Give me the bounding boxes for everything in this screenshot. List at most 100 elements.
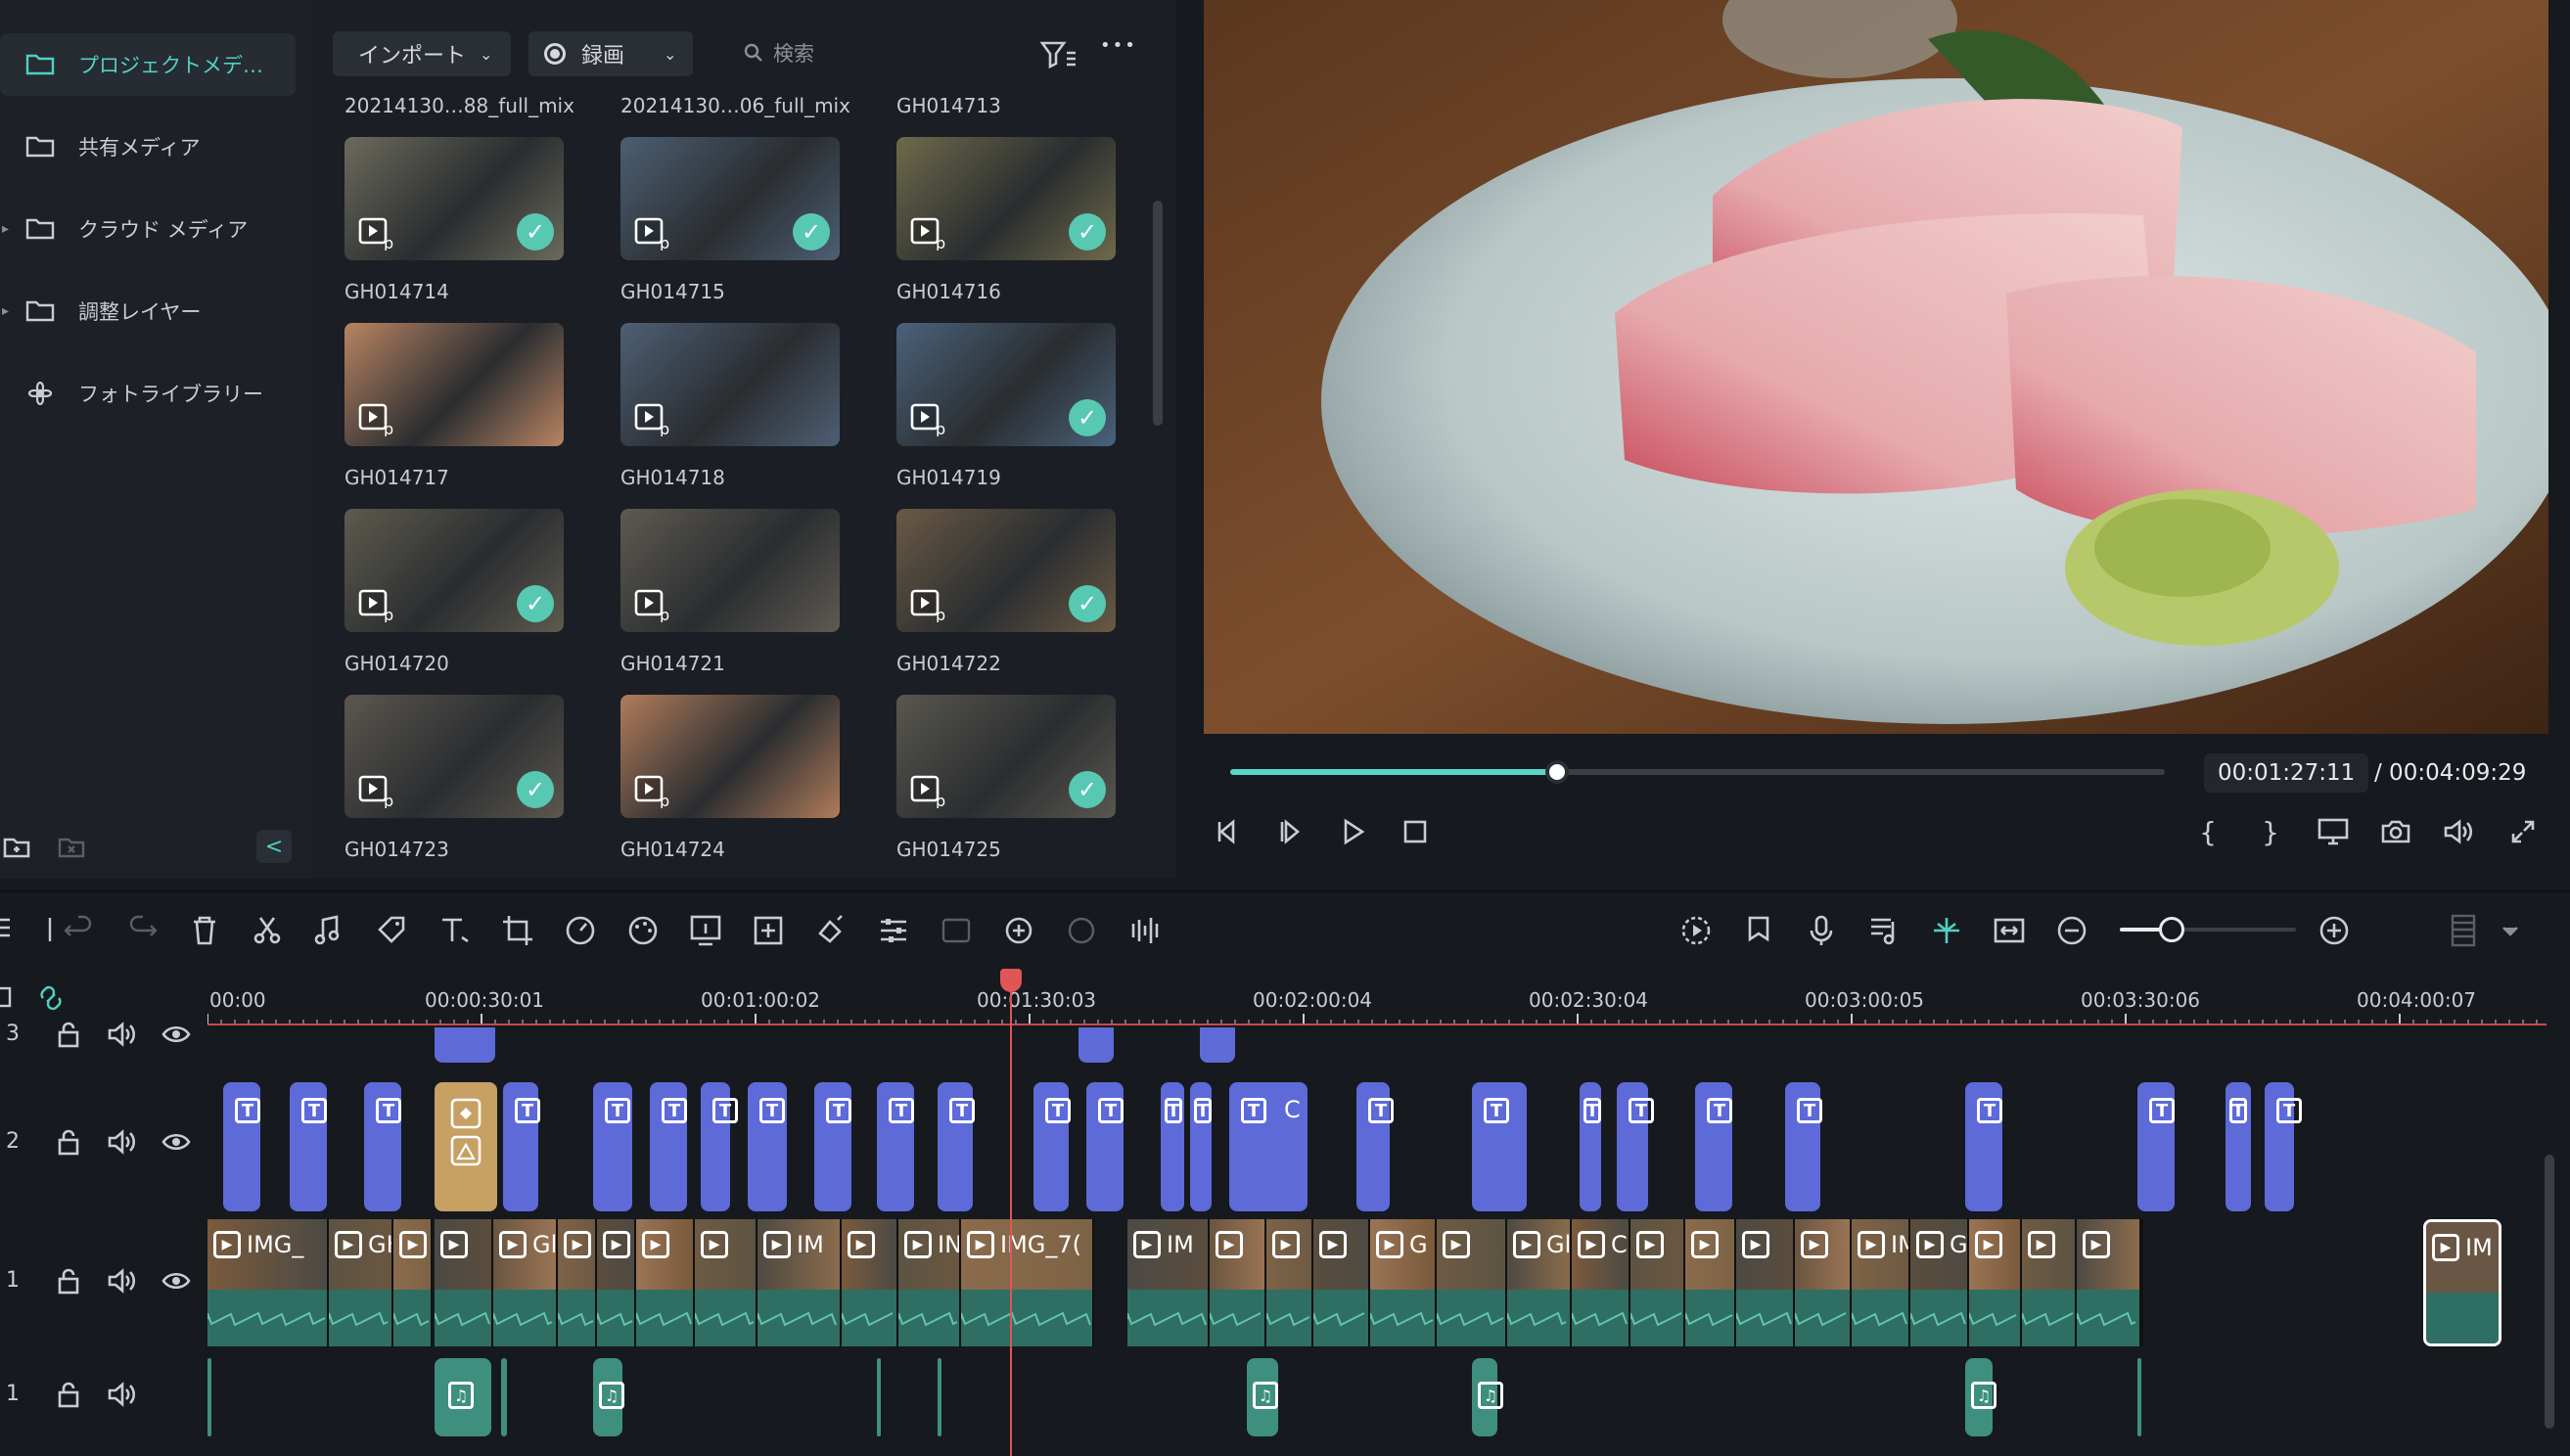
snapshot-button[interactable] [2376, 812, 2415, 851]
track-3-lane[interactable] [207, 1027, 2537, 1067]
video-clip[interactable]: ▶ G [1370, 1219, 1437, 1346]
title-clip[interactable]: T [364, 1082, 401, 1211]
video-clip[interactable]: ▶ IN [898, 1219, 961, 1346]
display-settings-button[interactable] [2314, 812, 2353, 851]
audio-track-lane[interactable]: ♫ ♫ ♫ ♫ ♫ [207, 1358, 2537, 1456]
audio-clip[interactable]: ♫ [1965, 1358, 1996, 1436]
more-options-icon[interactable]: ••• [1100, 35, 1137, 56]
selected-video-clip[interactable]: ▶ IM [2423, 1219, 2501, 1346]
prev-frame-button[interactable] [1208, 812, 1247, 851]
video-clip[interactable]: ▶ [1437, 1219, 1507, 1346]
playback-scrubber[interactable] [1230, 760, 2165, 784]
title-clip[interactable]: T [1190, 1082, 1212, 1211]
media-scrollbar[interactable] [1153, 201, 1163, 426]
title-clip[interactable] [1200, 1027, 1235, 1063]
title-clip[interactable]: T [701, 1082, 738, 1211]
title-clip[interactable]: T [1695, 1082, 1732, 1211]
video-clip[interactable]: ▶C [558, 1219, 597, 1346]
video-clip[interactable]: ▶ [2022, 1219, 2077, 1346]
next-frame-button[interactable] [1270, 812, 1309, 851]
video-clip[interactable]: ▶ GHC [329, 1219, 393, 1346]
lock-icon[interactable] [55, 1380, 82, 1409]
media-thumbnail[interactable]: p ✓ [344, 509, 564, 632]
add-track-icon[interactable] [0, 986, 12, 1008]
record-button[interactable]: 録画 ⌄ [528, 31, 693, 76]
title-clip[interactable]: T [1472, 1082, 1527, 1211]
title-clip[interactable]: T [650, 1082, 687, 1211]
zoom-in-button[interactable] [2316, 912, 2353, 949]
visibility-icon[interactable] [161, 1020, 192, 1049]
video-clip[interactable]: ▶IM [1127, 1219, 1210, 1346]
speed-button[interactable] [562, 912, 599, 949]
video-clip[interactable]: ▶0… [393, 1219, 433, 1346]
expand-caret-icon[interactable]: ▸ [2, 303, 9, 319]
video-clip[interactable]: ▶ [597, 1219, 636, 1346]
audio-clip[interactable] [207, 1358, 211, 1436]
video-clip[interactable]: ▶C [1572, 1219, 1630, 1346]
sidebar-item-3[interactable]: ▸ 調整レイヤー [0, 280, 296, 342]
sidebar-item-0[interactable]: プロジェクトメデ… [0, 33, 296, 96]
keyframe-button[interactable] [750, 912, 787, 949]
title-clip[interactable]: T [1965, 1082, 2002, 1211]
crop-button[interactable] [499, 912, 536, 949]
cut-button[interactable] [249, 912, 286, 949]
video-clip[interactable]: ▶ Gl [1507, 1219, 1572, 1346]
mic-button[interactable] [1803, 912, 1840, 949]
video-clip[interactable]: ▶GH [1910, 1219, 1969, 1346]
video-clip[interactable]: ▶ [435, 1219, 493, 1346]
waveform-button[interactable] [1125, 912, 1163, 949]
green-screen-button[interactable] [687, 912, 724, 949]
media-thumbnail[interactable]: p ✓ [620, 137, 840, 260]
lock-icon[interactable] [55, 1127, 82, 1157]
filter-icon[interactable] [1039, 39, 1078, 70]
search-field[interactable]: 検索 [742, 35, 814, 70]
video-clip[interactable]: ▶ [2141, 1219, 2143, 1346]
media-thumbnail[interactable]: p [620, 509, 840, 632]
audio-clip[interactable] [501, 1358, 507, 1436]
mark-in-button[interactable]: { [2188, 812, 2227, 851]
video-clip[interactable]: ▶ [1630, 1219, 1685, 1346]
text-button[interactable] [436, 912, 474, 949]
title-clip[interactable]: TC [1229, 1082, 1308, 1211]
video-clip[interactable]: ▶ [695, 1219, 757, 1346]
layout-button[interactable] [2445, 912, 2482, 949]
chevron-down-button[interactable] [2492, 912, 2529, 949]
visibility-icon[interactable] [161, 1266, 192, 1296]
color-button[interactable] [624, 912, 662, 949]
title-clip[interactable]: T [2265, 1082, 2302, 1211]
zoom-out-button[interactable] [2053, 912, 2090, 949]
title-clip[interactable]: T [2226, 1082, 2251, 1211]
lock-icon[interactable] [55, 1020, 82, 1049]
zoom-slider[interactable] [2120, 917, 2296, 942]
title-clip[interactable]: T [503, 1082, 540, 1211]
split-view-button[interactable] [0, 912, 33, 949]
adjust-button[interactable] [875, 912, 912, 949]
zoom-slider-handle[interactable] [2159, 917, 2184, 942]
music-list-button[interactable] [1865, 912, 1903, 949]
title-clip[interactable]: T [1617, 1082, 1654, 1211]
media-thumbnail[interactable]: p ✓ [896, 137, 1116, 260]
redo-button[interactable] [123, 912, 161, 949]
play-button[interactable] [1333, 812, 1372, 851]
fit-button[interactable] [1991, 912, 2028, 949]
mark-out-button[interactable]: } [2251, 812, 2290, 851]
video-clip[interactable]: ▶ [1266, 1219, 1313, 1346]
audio-clip[interactable] [2137, 1358, 2141, 1436]
media-thumbnail[interactable]: p [620, 695, 840, 818]
title-clip[interactable]: T [814, 1082, 851, 1211]
video-clip[interactable]: ▶ IMG_7( [961, 1219, 1094, 1346]
link-icon[interactable] [40, 985, 62, 1011]
title-clip[interactable]: T [2137, 1082, 2175, 1211]
volume-button[interactable] [2439, 812, 2478, 851]
media-thumbnail[interactable]: p ✓ [344, 137, 564, 260]
audio-clip[interactable]: ♫ [435, 1358, 491, 1436]
title-clip[interactable]: T [593, 1082, 632, 1211]
title-clip[interactable]: T [1356, 1082, 1394, 1211]
video-track-lane[interactable]: ▶IMG_▶GHC▶0…▶▶Gl▶C▶▶▶▶IM▶▶IN▶IMG_7(▶IM▶▶… [207, 1219, 2537, 1348]
title-clip[interactable]: T [748, 1082, 787, 1211]
title-clip[interactable]: T [1033, 1082, 1071, 1211]
audio-clip[interactable] [877, 1358, 881, 1436]
mute-icon[interactable] [106, 1127, 137, 1157]
tts-button[interactable] [1063, 912, 1100, 949]
video-clip[interactable]: ▶ [1736, 1219, 1795, 1346]
